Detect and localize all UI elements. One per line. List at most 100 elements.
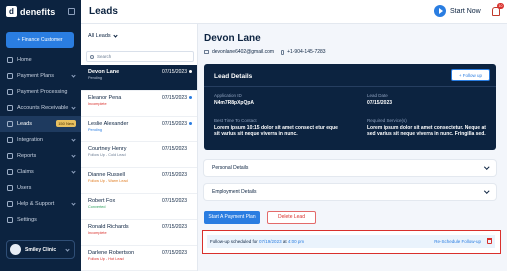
- collapse-sidebar-icon[interactable]: [68, 8, 75, 15]
- leads-icon: [7, 121, 13, 127]
- list-item[interactable]: Robert Fox Converted 07/15/2023: [81, 194, 197, 220]
- lead-date: 07/15/2023: [161, 94, 187, 101]
- follow-up-date: 07/19/2023: [259, 239, 282, 244]
- reports-icon: [7, 153, 13, 159]
- sidebar-item-users[interactable]: Users: [0, 180, 81, 196]
- reschedule-follow-up-link[interactable]: Re-Schedule Follow-up: [434, 239, 481, 244]
- brand-name: denefits: [20, 6, 56, 17]
- leads-panel: All Leads Devon LanePending07/15/2023Ele…: [81, 24, 198, 271]
- sidebar: d denefits + Finance Customer Home Paymen…: [0, 0, 81, 271]
- list-item[interactable]: Leslie Alexander Pending 07/15/2023: [81, 117, 197, 143]
- leads-filter-dropdown[interactable]: All Leads: [88, 32, 118, 39]
- lead-phone[interactable]: +1-904-145-7283: [287, 49, 326, 55]
- brand-logo-icon: d: [6, 6, 17, 17]
- required-services-value: Lorem ipsum dolor sit amet consectetur. …: [367, 125, 486, 137]
- lead-status: Pending: [88, 76, 102, 80]
- employment-details-label: Employment Details: [212, 189, 257, 195]
- follow-up-text: Follow-up scheduled for 07/19/2023 at 4:…: [210, 239, 304, 244]
- finance-customer-button[interactable]: + Finance Customer: [6, 32, 74, 48]
- claims-icon: [7, 169, 13, 175]
- personal-details-label: Personal Details: [212, 165, 249, 171]
- sidebar-item-label: Claims: [17, 169, 34, 175]
- delete-lead-button[interactable]: Delete Lead: [267, 211, 316, 224]
- sidebar-item-leads[interactable]: Leads 150 New: [0, 116, 81, 132]
- lead-date-field: Lead Date 07/15/2023: [367, 93, 392, 106]
- list-item[interactable]: Eleanor Pena Incomplete 07/15/2023: [81, 91, 197, 117]
- lead-status: Follow Up - Hot Lead: [88, 256, 124, 261]
- required-services-label: Required Service(s): [367, 118, 407, 123]
- leads-filter-label: All Leads: [88, 33, 111, 39]
- required-services-field: Required Service(s) Lorem ipsum dolor si…: [367, 118, 491, 137]
- integration-icon: [7, 137, 13, 143]
- sidebar-item-label: Users: [17, 185, 32, 191]
- lead-date: 07/15/2023: [161, 223, 187, 230]
- list-item[interactable]: Dianne Russell Follow Up - Warm Lead 07/15…: [81, 168, 197, 194]
- unread-dot-icon: [189, 121, 192, 125]
- chevron-down-icon: [65, 247, 70, 252]
- sidebar-item-accounts-receivable[interactable]: Accounts Receivable: [0, 100, 81, 116]
- lead-date: 07/15/2023: [161, 69, 187, 75]
- personal-details-accordion[interactable]: Personal Details: [204, 160, 496, 176]
- search-box: [86, 51, 194, 62]
- lead-details-card: Lead Details + Follow up Application ID …: [204, 64, 496, 150]
- start-now-label: Start Now: [450, 7, 481, 15]
- list-item[interactable]: Devon Lane Pending 07/15/2023: [81, 65, 197, 91]
- application-id-value: N4m7R8pXpQpA: [214, 100, 255, 106]
- sidebar-item-label: Payment Processing: [17, 89, 68, 95]
- sidebar-item-label: Integration: [17, 137, 43, 143]
- sidebar-item-label: Reports: [17, 153, 37, 159]
- clinic-switcher[interactable]: Smiley Clinic: [6, 240, 75, 259]
- lead-status: Converted: [88, 204, 106, 209]
- lead-date-label: Lead Date: [367, 93, 388, 98]
- follow-up-inner: Follow-up scheduled for 07/19/2023 at 4:…: [207, 235, 495, 248]
- contact-row: devonlane6402@gmail.com +1-904-145-7283: [204, 49, 326, 55]
- lead-date: 07/15/2023: [161, 146, 187, 153]
- chevron-down-icon: [71, 169, 76, 174]
- help-icon: [7, 201, 13, 207]
- list-item[interactable]: Courtney Henry Follow Up - Cold Lead 07/15…: [81, 142, 197, 169]
- best-time-field: Best Time To Contact Lorem ipsum 10:15 d…: [214, 118, 342, 137]
- lead-status: Follow Up - Cold Lead: [88, 153, 126, 158]
- chevron-down-icon: [71, 201, 76, 206]
- sidebar-item-claims[interactable]: Claims: [0, 164, 81, 180]
- sidebar-item-home[interactable]: Home: [0, 52, 81, 68]
- top-bar: Leads Start Now 10: [81, 0, 507, 24]
- sidebar-item-payment-processing[interactable]: Payment Processing: [0, 84, 81, 100]
- lead-detail: Devon Lane devonlane6402@gmail.com +1-90…: [198, 24, 507, 271]
- processing-icon: [7, 89, 13, 95]
- sidebar-item-label: Payment Plans: [17, 73, 54, 79]
- best-time-value: Lorem ipsum 10:15 dolor sit amet consect…: [214, 125, 338, 137]
- follow-up-banner: Follow-up scheduled for 07/19/2023 at 4:…: [202, 230, 501, 254]
- chevron-down-icon: [71, 137, 76, 142]
- lead-date: 07/15/2023: [161, 197, 187, 204]
- follow-up-button[interactable]: + Follow up: [451, 69, 490, 81]
- sidebar-item-settings[interactable]: Settings: [0, 212, 81, 228]
- search-input[interactable]: [97, 54, 187, 59]
- sidebar-item-payment-plans[interactable]: Payment Plans: [0, 68, 81, 84]
- start-payment-plan-button[interactable]: Start A Payment Plan: [204, 211, 260, 224]
- sidebar-item-integration[interactable]: Integration: [0, 132, 81, 148]
- list-item[interactable]: Ronald Richards Incomplete 07/15/2023: [81, 220, 197, 246]
- follow-up-prefix: Follow-up scheduled for: [210, 239, 258, 244]
- lead-date: 07/15/2023: [161, 249, 187, 256]
- lead-email[interactable]: devonlane6402@gmail.com: [212, 49, 274, 55]
- settings-icon: [7, 217, 13, 223]
- chevron-down-icon: [113, 32, 118, 38]
- start-now-button[interactable]: Start Now: [434, 5, 481, 17]
- brand[interactable]: d denefits: [6, 6, 55, 17]
- notification-badge: 10: [497, 3, 504, 9]
- sidebar-item-help-support[interactable]: Help & Support: [0, 196, 81, 212]
- sidebar-item-reports[interactable]: Reports: [0, 148, 81, 164]
- employment-details-accordion[interactable]: Employment Details: [204, 184, 496, 200]
- sidebar-item-label: Help & Support: [17, 201, 55, 207]
- trash-icon[interactable]: [487, 238, 492, 244]
- list-item[interactable]: Darlene Robertson Follow Up - Hot Lead 07/…: [81, 246, 197, 271]
- sidebar-nav: Home Payment Plans Payment Processing Accou…: [0, 52, 81, 228]
- application-id-label: Application ID: [214, 93, 242, 98]
- lead-details-title: Lead Details: [214, 73, 253, 80]
- sidebar-item-label: Leads: [17, 121, 32, 127]
- lead-date: 07/15/2023: [161, 172, 187, 179]
- clinic-name: Smiley Clinic: [25, 246, 57, 253]
- search-icon: [90, 54, 94, 59]
- application-id-field: Application ID N4m7R8pXpQpA: [214, 93, 254, 106]
